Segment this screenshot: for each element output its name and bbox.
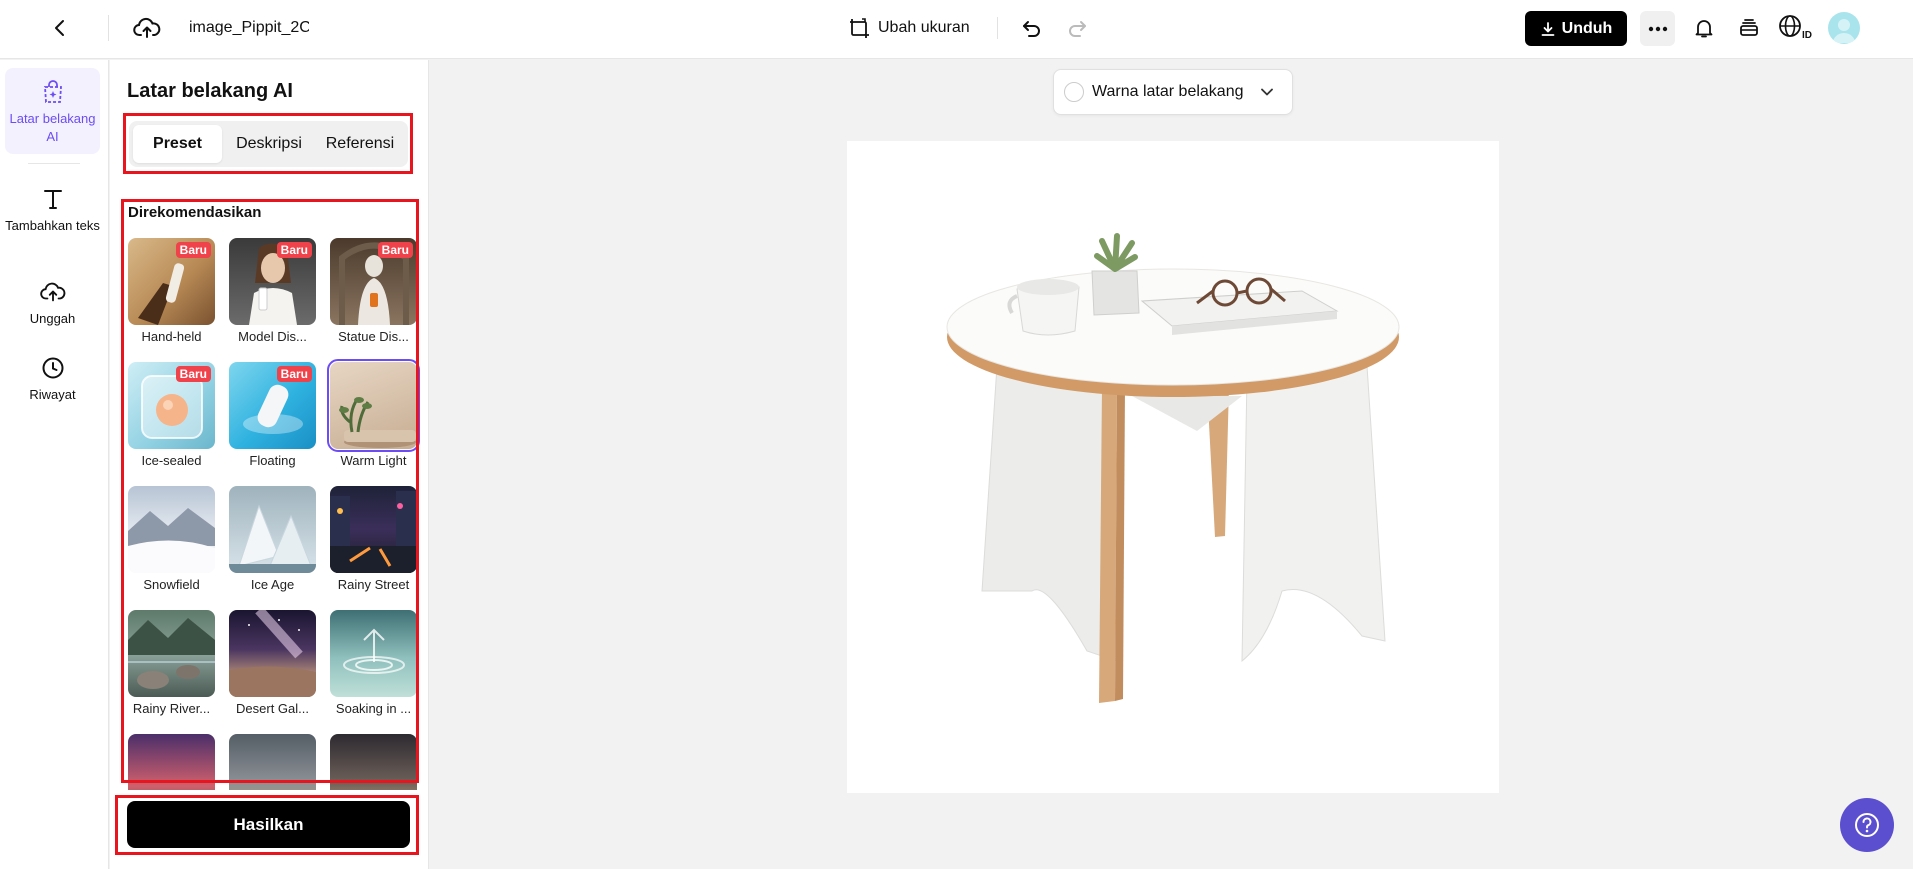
divider — [108, 15, 109, 41]
globe-icon — [1779, 15, 1801, 37]
highlight-box — [115, 795, 419, 855]
undo-button[interactable] — [1016, 12, 1048, 44]
stack-icon — [1740, 19, 1758, 36]
redo-icon — [1069, 21, 1086, 37]
color-swatch — [1064, 82, 1084, 102]
help-button[interactable] — [1840, 798, 1894, 852]
back-button[interactable] — [44, 12, 76, 44]
history-clock-icon — [39, 354, 67, 382]
file-name[interactable]: image_Pippit_2C — [189, 16, 309, 40]
background-color-label: Warna latar belakang — [1092, 83, 1244, 100]
notifications-button[interactable] — [1688, 12, 1720, 44]
download-button[interactable]: Unduh — [1525, 11, 1627, 46]
resize-button[interactable]: Ubah ukuran — [848, 12, 970, 44]
download-label: Unduh — [1561, 19, 1613, 37]
rail-item-upload[interactable]: Unggah — [5, 268, 100, 332]
user-icon — [1833, 19, 1855, 43]
language-button[interactable]: ID — [1778, 12, 1812, 44]
assets-button[interactable] — [1733, 12, 1765, 44]
top-bar: image_Pippit_2C Ubah ukuran Unduh ID — [0, 0, 1913, 59]
divider — [997, 17, 998, 39]
product-image-table — [946, 233, 1400, 703]
resize-label: Ubah ukuran — [878, 19, 970, 36]
ai-background-panel: Latar belakang AI Preset Deskripsi Refer… — [110, 60, 429, 869]
rail-item-ai-background[interactable]: Latar belakang AI — [5, 68, 100, 154]
highlight-box — [123, 113, 413, 174]
download-icon — [1541, 21, 1555, 36]
cloud-upload-button[interactable] — [130, 12, 164, 44]
rail-item-history[interactable]: Riwayat — [5, 344, 100, 408]
rail-item-label: Riwayat — [29, 387, 76, 402]
rail-item-label: Tambahkan teks — [5, 218, 100, 233]
rail-item-label: Unggah — [29, 311, 76, 326]
rail-item-add-text[interactable]: Tambahkan teks — [5, 175, 100, 255]
ai-background-icon — [39, 78, 67, 106]
highlight-box — [121, 199, 419, 783]
chevron-left-icon — [55, 20, 64, 36]
bell-icon — [1695, 20, 1713, 38]
left-rail: Latar belakang AI Tambahkan teks Unggah … — [0, 60, 109, 869]
undo-icon — [1023, 21, 1040, 37]
resize-icon — [850, 18, 869, 38]
more-options-button[interactable] — [1640, 11, 1675, 46]
text-icon — [39, 185, 67, 213]
divider — [28, 163, 80, 164]
redo-button[interactable] — [1061, 12, 1093, 44]
artboard-canvas[interactable] — [847, 141, 1499, 793]
rail-item-label: Latar belakang AI — [9, 111, 96, 144]
panel-title: Latar belakang AI — [127, 80, 293, 102]
language-code: ID — [1802, 30, 1812, 41]
cloud-upload-icon — [39, 278, 67, 306]
background-color-dropdown[interactable]: Warna latar belakang — [1053, 69, 1293, 115]
avatar[interactable] — [1828, 12, 1860, 44]
chevron-down-icon — [1260, 88, 1273, 96]
help-icon — [1855, 813, 1879, 837]
cloud-upload-icon — [133, 17, 161, 38]
more-horizontal-icon — [1648, 26, 1667, 31]
